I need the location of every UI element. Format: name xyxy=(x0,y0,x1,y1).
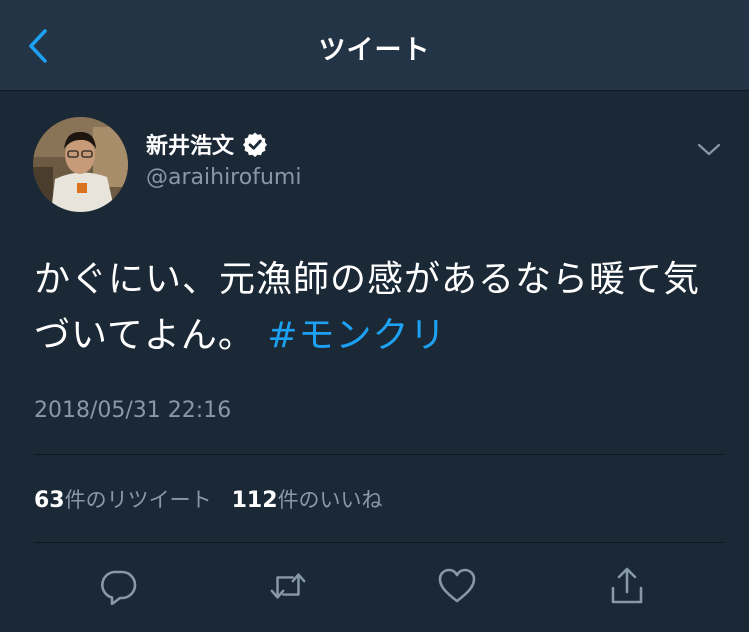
retweet-icon xyxy=(270,573,306,599)
retweet-button[interactable] xyxy=(268,566,308,606)
share-icon xyxy=(611,567,643,604)
engagement-stats: 63 件のリツイート 112 件のいいね xyxy=(34,483,383,515)
like-label: 件のいいね xyxy=(277,488,383,512)
avatar[interactable] xyxy=(33,117,128,212)
reply-icon xyxy=(101,570,137,605)
tweet-text: かぐにい、元漁師の感があるなら暖て気づいてよん。 #モンクリ xyxy=(34,252,724,364)
display-name: 新井浩文 xyxy=(146,134,235,159)
tweet-detail-screen: ツイート 新井浩文 @araihirofumi かぐにい、元漁師の感があるなら暖… xyxy=(0,0,749,632)
user-handle[interactable]: @araihirofumi xyxy=(146,165,301,190)
tweet-timestamp: 2018/05/31 22:16 xyxy=(34,398,232,423)
share-button[interactable] xyxy=(607,566,647,606)
chevron-down-icon xyxy=(697,143,721,156)
hashtag-link[interactable]: #モンクリ xyxy=(267,315,446,356)
page-title: ツイート xyxy=(318,35,431,66)
like-count: 112 xyxy=(231,488,278,513)
like-count-link[interactable]: 112 件のいいね xyxy=(232,484,383,514)
heart-icon xyxy=(438,568,476,603)
retweet-count: 63 xyxy=(34,488,65,513)
divider xyxy=(34,454,725,455)
like-button[interactable] xyxy=(437,566,477,606)
retweet-count-link[interactable]: 63 件のリツイート xyxy=(34,484,212,514)
verified-badge-icon xyxy=(243,132,268,157)
divider xyxy=(34,542,725,543)
author-name-row[interactable]: 新井浩文 xyxy=(146,128,268,160)
more-options-button[interactable] xyxy=(695,138,723,162)
avatar-photo xyxy=(33,117,128,212)
reply-button[interactable] xyxy=(98,566,138,606)
retweet-label: 件のリツイート xyxy=(64,488,212,512)
top-nav-bar: ツイート xyxy=(0,0,749,91)
